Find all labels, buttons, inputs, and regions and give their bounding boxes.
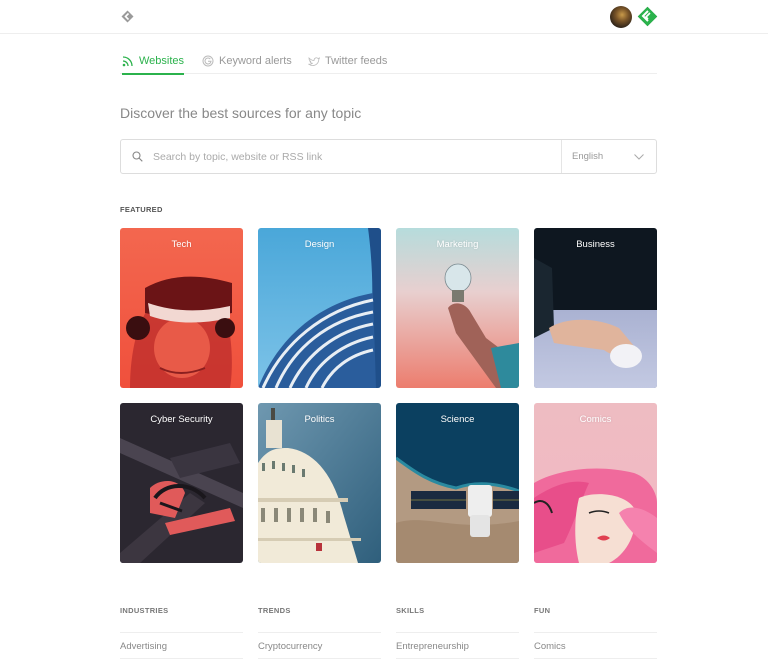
page-headline: Discover the best sources for any topic [120,105,362,121]
category-fun: FUN Comics [534,606,657,659]
category-trends: TRENDS Cryptocurrency [258,606,381,659]
tab-keyword-alerts[interactable]: Keyword alerts [202,48,292,74]
tech-image [120,228,243,388]
tab-twitter-feeds[interactable]: Twitter feeds [308,48,387,74]
tab-label: Keyword alerts [219,55,292,67]
design-image [258,228,381,388]
card-label: Design [304,239,335,250]
card-label: Politics [304,414,335,425]
feedly-logo-icon[interactable] [121,10,134,23]
source-type-tabs: Websites Keyword alerts Twitter feeds [120,48,657,75]
language-select[interactable]: English [561,140,656,173]
featured-heading: FEATURED [120,205,163,214]
card-label: Marketing [436,239,479,250]
category-item[interactable]: Advertising [120,633,243,659]
category-item[interactable]: Comics [534,633,657,659]
category-title: FUN [534,606,657,633]
language-value: English [572,151,604,162]
marketing-image [396,228,519,388]
featured-card-design[interactable]: Design [258,228,381,388]
search-bar: English [120,139,657,174]
category-item[interactable]: Entrepreneurship [396,633,519,659]
card-label: Business [576,239,615,250]
rss-icon [122,56,133,67]
search-input[interactable] [153,150,533,163]
politics-image [258,403,381,563]
user-avatar[interactable] [610,6,632,28]
chevron-down-icon [634,153,644,160]
card-label: Cyber Security [150,414,213,425]
featured-card-comics[interactable]: Comics [534,403,657,563]
feedly-badge-icon[interactable] [637,6,658,27]
featured-card-cyber-security[interactable]: Cyber Security [120,403,243,563]
card-label: Tech [171,239,192,250]
tab-label: Websites [139,55,185,67]
featured-card-science[interactable]: Science [396,403,519,563]
card-label: Comics [579,414,612,425]
business-image [534,228,657,388]
tab-label: Twitter feeds [325,55,388,67]
category-title: TRENDS [258,606,381,633]
cyber-security-image [120,403,243,563]
card-label: Science [440,414,475,425]
tab-websites[interactable]: Websites [122,48,185,75]
category-title: INDUSTRIES [120,606,243,633]
featured-card-politics[interactable]: Politics [258,403,381,563]
category-item[interactable]: Cryptocurrency [258,633,381,659]
category-title: SKILLS [396,606,519,633]
category-industries: INDUSTRIES Advertising [120,606,243,659]
top-bar [0,0,768,34]
featured-card-marketing[interactable]: Marketing [396,228,519,388]
twitter-icon [308,57,320,66]
science-image [396,403,519,563]
featured-card-business[interactable]: Business [534,228,657,388]
google-icon [202,55,214,67]
search-icon [132,151,143,162]
category-skills: SKILLS Entrepreneurship [396,606,519,659]
featured-card-tech[interactable]: Tech [120,228,243,388]
comics-image [534,403,657,563]
